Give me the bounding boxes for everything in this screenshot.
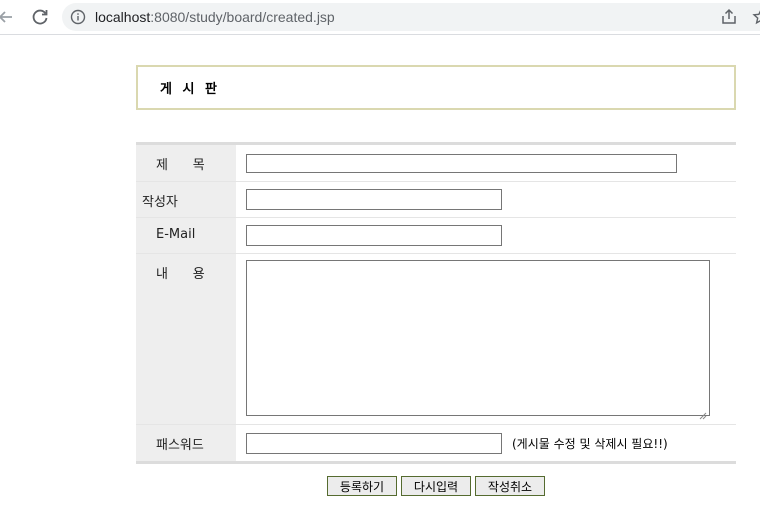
content-textarea[interactable]	[246, 260, 710, 420]
write-form: 제 목 작성자 E-Mail 내 용 패스워드 (게시물 수정 및 삭제시 필요…	[136, 142, 736, 464]
content-field-cell	[236, 254, 736, 424]
reset-button[interactable]: 다시입력	[401, 476, 471, 496]
info-icon[interactable]	[70, 9, 86, 25]
url-host: localhost	[95, 9, 151, 25]
password-field-cell: (게시물 수정 및 삭제시 필요!!)	[236, 425, 736, 461]
password-input[interactable]	[246, 433, 502, 454]
board-title-box: 게 시 판	[136, 65, 736, 110]
browser-toolbar: localhost:8080/study/board/created.jsp	[0, 0, 760, 35]
url-text[interactable]: localhost:8080/study/board/created.jsp	[95, 9, 335, 25]
content-row: 내 용	[136, 254, 736, 425]
board-title: 게 시 판	[160, 82, 220, 97]
form-buttons: 등록하기 다시입력 작성취소	[0, 476, 760, 498]
email-row: E-Mail	[136, 218, 736, 254]
cancel-button[interactable]: 작성취소	[475, 476, 545, 496]
password-label: 패스워드	[136, 425, 236, 461]
share-icon[interactable]	[720, 8, 738, 26]
resize-grip-icon[interactable]	[699, 405, 707, 420]
password-hint: (게시물 수정 및 삭제시 필요!!)	[512, 437, 668, 451]
address-bar[interactable]: localhost:8080/study/board/created.jsp	[62, 3, 760, 31]
password-row: 패스워드 (게시물 수정 및 삭제시 필요!!)	[136, 425, 736, 461]
email-input[interactable]	[246, 225, 502, 246]
subject-row: 제 목	[136, 145, 736, 182]
email-label: E-Mail	[136, 218, 236, 253]
subject-field-cell	[236, 145, 736, 181]
writer-field-cell	[236, 182, 736, 217]
content-label: 내 용	[136, 254, 236, 424]
email-field-cell	[236, 218, 736, 253]
writer-label: 작성자	[136, 182, 236, 217]
subject-input[interactable]	[246, 154, 677, 173]
writer-row: 작성자	[136, 182, 736, 218]
reload-icon[interactable]	[30, 7, 50, 27]
writer-input[interactable]	[246, 189, 502, 210]
url-path: :8080/study/board/created.jsp	[150, 9, 335, 25]
submit-button[interactable]: 등록하기	[327, 476, 397, 496]
back-arrow-icon[interactable]	[0, 7, 16, 27]
subject-label: 제 목	[136, 145, 236, 181]
bookmark-star-icon[interactable]	[752, 8, 760, 26]
